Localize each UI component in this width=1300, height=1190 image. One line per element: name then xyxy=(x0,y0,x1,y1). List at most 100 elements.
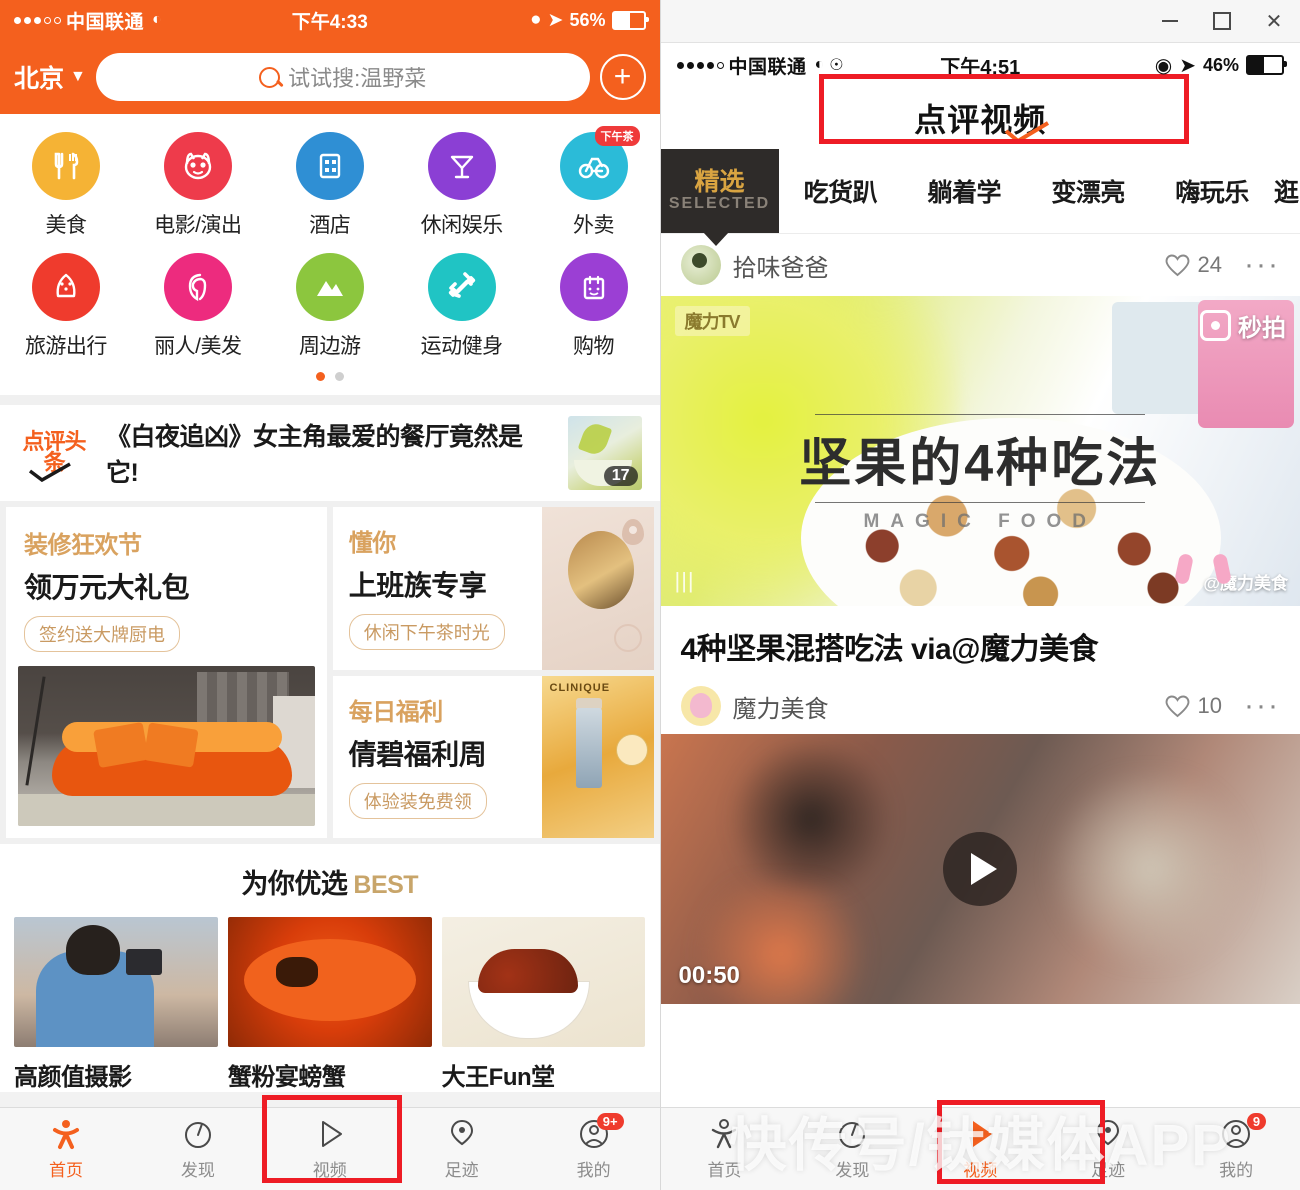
video-category-tabs: 精选 SELECTED 吃货趴 躺着学 变漂亮 嗨玩乐 逛 xyxy=(660,149,1300,246)
category-item-hair-beauty[interactable]: 丽人/美发 xyxy=(132,253,264,360)
tab-home[interactable]: 首页 xyxy=(0,1117,132,1181)
compass-discover-icon xyxy=(839,1122,866,1148)
best-pick-label: 大王Fun堂 xyxy=(441,1064,555,1091)
tab-label: 发现 xyxy=(835,1161,870,1180)
tab-foodie[interactable]: 吃货趴 xyxy=(779,149,903,233)
post-header-2: 魔力美食 10 ··· xyxy=(660,678,1300,734)
like-count: 10 xyxy=(1197,693,1223,718)
promo-card-office-worker[interactable]: 懂你 上班族专享 休闲下午茶时光 xyxy=(332,507,654,670)
category-label: 旅游出行 xyxy=(24,335,108,358)
tab-beauty[interactable]: 变漂亮 xyxy=(1026,149,1150,233)
hotel-building-icon xyxy=(295,132,364,200)
like-button[interactable]: 24 xyxy=(1165,252,1222,278)
promo-card-decoration[interactable]: 装修狂欢节 领万元大礼包 签约送大牌厨电 xyxy=(6,507,327,838)
tab-selected[interactable]: 精选 SELECTED xyxy=(660,149,779,246)
category-item-shopping-bag[interactable]: 购物 xyxy=(528,253,660,360)
category-item-fork-knife[interactable]: 美食 xyxy=(0,132,132,239)
tab-mine[interactable]: 9 我的 xyxy=(1172,1113,1300,1181)
category-label: 休闲娱乐 xyxy=(420,214,504,237)
minimize-button[interactable] xyxy=(1144,0,1196,42)
search-input[interactable]: 试试搜:温野菜 xyxy=(95,53,590,101)
tab-lying-learn[interactable]: 躺着学 xyxy=(902,149,1026,233)
tab-play[interactable]: 嗨玩乐 xyxy=(1150,149,1274,233)
category-item-hotel-building[interactable]: 酒店 xyxy=(264,132,396,239)
best-pick-image xyxy=(14,917,218,1047)
news-title: 《白夜追凶》女主角最爱的餐厅竟然是它! xyxy=(106,423,523,487)
city-selector[interactable]: 北京 ▼ xyxy=(14,59,86,95)
category-item-scooter[interactable]: 下午茶 外卖 xyxy=(528,126,660,239)
video-card-2[interactable]: 00:50 xyxy=(660,734,1300,1004)
tab-footprint[interactable]: 足迹 xyxy=(396,1117,528,1181)
category-label: 运动健身 xyxy=(420,335,504,358)
category-item-cocktail[interactable]: 休闲娱乐 xyxy=(396,132,528,239)
play-button[interactable] xyxy=(943,832,1018,906)
heart-icon xyxy=(1165,254,1189,276)
tab-more-partial[interactable]: 逛 xyxy=(1274,149,1300,233)
category-label: 丽人/美发 xyxy=(154,335,242,358)
more-options-icon[interactable]: ··· xyxy=(1244,691,1280,721)
location-arrow-icon: ➤ xyxy=(1179,54,1196,77)
promo-title: 上班族专享 xyxy=(348,570,487,601)
best-pick-image xyxy=(441,917,646,1047)
magic-tv-logo: 魔力TV xyxy=(674,306,750,336)
cat-face-icon xyxy=(163,132,232,200)
tab-discover[interactable]: 发现 xyxy=(132,1117,264,1181)
category-item-dumbbell[interactable]: 运动健身 xyxy=(396,253,528,360)
tab-video[interactable]: 视频 xyxy=(264,1117,396,1181)
more-options-icon[interactable]: ··· xyxy=(1244,250,1280,280)
battery-percent: 56% xyxy=(569,9,606,30)
tab-footprint[interactable]: 足迹 xyxy=(1044,1117,1172,1181)
tab-video[interactable]: 视频 xyxy=(916,1117,1044,1181)
promo-card-daily-benefit[interactable]: 每日福利 倩碧福利周 体验装免费领 CLINIQUE xyxy=(332,675,654,838)
section-divider xyxy=(0,395,660,405)
battery-icon xyxy=(1246,55,1287,75)
news-banner[interactable]: 点评头条 《白夜追凶》女主角最爱的餐厅竟然是它! 17 xyxy=(0,405,660,501)
scooter-icon: 下午茶 xyxy=(559,126,640,200)
grid-pager-dots[interactable] xyxy=(0,360,660,387)
category-item-compass[interactable]: 旅游出行 xyxy=(0,253,132,360)
video-thumbnail-1: 坚果的4种吃法 MAGIC FOOD 魔力TV 秒拍 @魔力美食 ||| xyxy=(660,296,1300,606)
like-button[interactable]: 10 xyxy=(1165,693,1222,719)
close-button[interactable]: ✕ xyxy=(1248,0,1300,42)
clinique-product-image: CLINIQUE xyxy=(541,675,654,838)
promo-pill: 体验装免费领 xyxy=(348,782,487,819)
hair-beauty-icon xyxy=(163,253,232,321)
category-grid: 美食 电影/演出 酒店 休闲娱乐 下午茶 外卖旅游出行 丽人/美发 周边游 运动健身 购物 xyxy=(0,114,660,395)
tab-badge: 9 xyxy=(1246,1113,1267,1130)
best-pick-image xyxy=(227,917,432,1047)
chevron-down-icon: ▼ xyxy=(70,68,86,85)
tab-label: 视频 xyxy=(312,1161,347,1180)
promo-title: 倩碧福利周 xyxy=(348,738,487,770)
best-pick-item[interactable]: 大王Fun堂 xyxy=(441,917,646,1092)
video-card-1[interactable]: 坚果的4种吃法 MAGIC FOOD 魔力TV 秒拍 @魔力美食 ||| xyxy=(660,296,1300,606)
avatar[interactable] xyxy=(680,245,721,285)
dual-screenshot-comparison: 中国联通 ◐ 下午4:33 ● ➤ 56% 北京 ▼ 试试搜:温野菜 + 美食 … xyxy=(0,0,1300,1190)
right-tab-bar: 首页 发现 视频 足迹 9 我的 xyxy=(660,1107,1300,1190)
avatar[interactable] xyxy=(680,686,721,726)
tab-label: 首页 xyxy=(707,1161,742,1180)
location-pin-icon xyxy=(450,1119,473,1146)
best-pick-item[interactable]: 高颜值摄影 xyxy=(14,917,218,1092)
promo-section: 装修狂欢节 领万元大礼包 签约送大牌厨电 懂你 上班族专享 休闲下午茶时光 每日… xyxy=(0,501,660,844)
like-count: 24 xyxy=(1197,252,1223,277)
best-pick-label: 高颜值摄影 xyxy=(14,1064,132,1091)
creator-bunny-watermark: @魔力美食 xyxy=(1203,569,1288,594)
battery-percent: 46% xyxy=(1202,54,1239,75)
add-button[interactable]: + xyxy=(599,54,646,100)
search-bar: 北京 ▼ 试试搜:温野菜 + xyxy=(0,40,660,114)
category-item-cat-face[interactable]: 电影/演出 xyxy=(132,132,264,239)
pager-dot-2[interactable] xyxy=(334,372,344,381)
tab-mine[interactable]: 9+ 我的 xyxy=(528,1113,660,1181)
tab-home[interactable]: 首页 xyxy=(661,1117,789,1181)
maximize-button[interactable] xyxy=(1196,0,1248,42)
category-item-mountain[interactable]: 周边游 xyxy=(264,253,396,360)
tab-discover[interactable]: 发现 xyxy=(788,1117,916,1181)
tab-label-en: SELECTED xyxy=(668,195,771,213)
best-pick-item[interactable]: 蟹粉宴螃蟹 xyxy=(227,917,432,1092)
miaopai-watermark: 秒拍 xyxy=(1200,308,1286,343)
pager-dot-1[interactable] xyxy=(315,372,325,381)
tab-label: 足迹 xyxy=(444,1161,479,1180)
search-icon xyxy=(259,66,281,88)
tab-label-cn: 精选 xyxy=(694,167,745,196)
play-triangle-icon xyxy=(973,1121,993,1147)
